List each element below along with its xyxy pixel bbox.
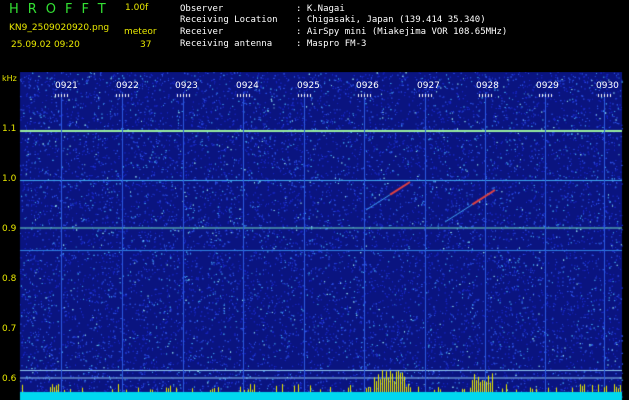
antenna-label: Receiving antenna <box>180 39 273 49</box>
datetime-label: 25.09.02 09:20 <box>11 40 80 50</box>
location-value: : Chigasaki, Japan (139.414 35.340) <box>296 15 486 25</box>
antenna-value: : Maspro FM-3 <box>296 39 367 49</box>
x-tick-label: 0926 <box>356 81 379 91</box>
x-tick-label: 0930 <box>596 81 619 91</box>
receiver-value: : AirSpy mini (Miakejima VOR 108.65MHz) <box>296 27 508 37</box>
y-axis-unit: kHz <box>2 74 17 83</box>
observer-value: : K.Nagai <box>296 4 345 14</box>
location-label: Receiving Location <box>180 15 278 25</box>
y-tick-label: 1.0 <box>2 174 17 184</box>
x-tick-label: 0925 <box>297 81 320 91</box>
y-tick-label: 0.6 <box>2 374 17 384</box>
y-tick-label: 0.8 <box>2 274 17 284</box>
x-tick-label: 0923 <box>175 81 198 91</box>
observer-label: Observer <box>180 4 224 14</box>
x-tick-label: 0927 <box>417 81 440 91</box>
x-tick-label: 0928 <box>476 81 499 91</box>
x-tick-label: 0922 <box>116 81 139 91</box>
y-tick-label: 1.1 <box>2 124 17 134</box>
filename-label: KN9_2509020920.png <box>9 23 110 33</box>
app-title: HROFFT <box>9 2 115 17</box>
x-tick-label: 0921 <box>55 81 78 91</box>
meteor-label: meteor <box>124 27 157 37</box>
version-label: 1.00f <box>125 3 149 13</box>
y-tick-label: 0.7 <box>2 324 17 334</box>
meteor-count: 37 <box>140 40 152 50</box>
x-tick-label: 0929 <box>536 81 559 91</box>
receiver-label: Receiver <box>180 27 224 37</box>
x-tick-label: 0924 <box>236 81 259 91</box>
y-tick-label: 0.9 <box>2 224 17 234</box>
